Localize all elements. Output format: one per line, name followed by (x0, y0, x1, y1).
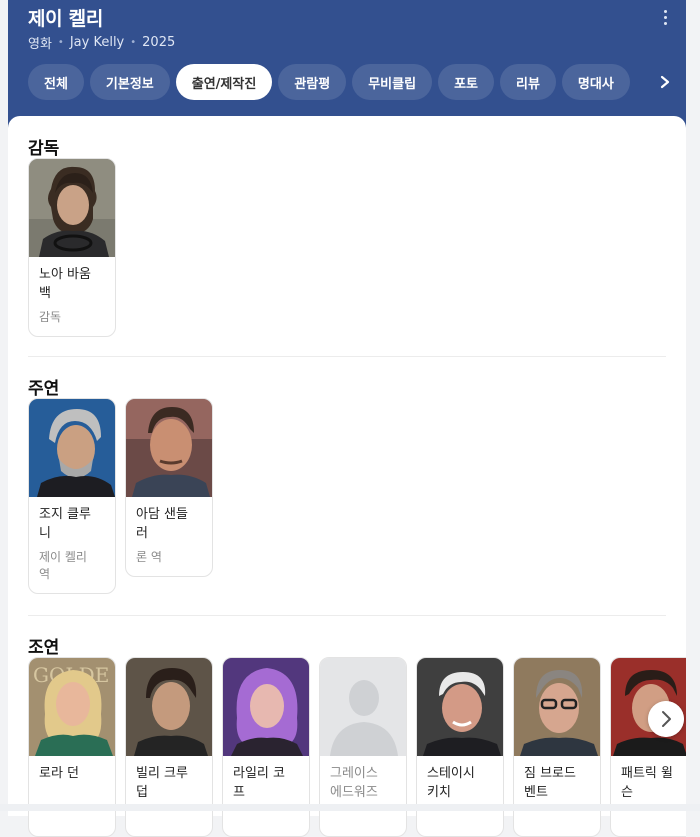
cast-panel: 감독 노아 바움 백 감독 주연 조지 클루 니 제이 켈리 역 아담 샌들 러… (8, 116, 686, 837)
person-name: 패트릭 윌 슨 (621, 766, 673, 800)
chevron-right-icon[interactable] (658, 75, 672, 89)
meta-separator: • (57, 37, 64, 48)
person-photo: GOLDE (29, 658, 115, 756)
person-name: 로라 던 (39, 766, 80, 781)
person-role: 제이 켈리 역 (39, 550, 87, 581)
person-name: 빌리 크루 덥 (136, 766, 188, 800)
section-divider (28, 615, 666, 616)
tab-reviews[interactable]: 리뷰 (499, 64, 556, 100)
person-photo (514, 658, 600, 756)
person-name: 조지 클루 니 (39, 507, 91, 541)
section-title-lead: 주연 (28, 379, 60, 399)
tab-reviews-audience[interactable]: 관람평 (278, 64, 347, 100)
person-photo (126, 399, 212, 497)
more-options-icon[interactable] (664, 10, 668, 26)
title-meta: 영화 • Jay Kelly • 2025 (28, 33, 175, 52)
section-title-director: 감독 (28, 139, 60, 159)
tab-photos[interactable]: 포토 (438, 64, 494, 100)
meta-original-title: Jay Kelly (69, 35, 125, 50)
tab-movie-clips[interactable]: 무비클립 (352, 64, 433, 100)
person-name: 라일리 코 프 (233, 766, 285, 800)
person-card[interactable]: 아담 샌들 러 론 역 (125, 398, 213, 577)
person-name: 노아 바움 백 (39, 267, 91, 301)
meta-separator: • (130, 37, 137, 48)
section-title-supporting: 조연 (28, 638, 60, 658)
carousel-next-button[interactable] (648, 701, 684, 737)
person-photo (417, 658, 503, 756)
page-bottom-edge (0, 804, 700, 811)
page-title: 제이 켈리 (28, 8, 104, 30)
tab-basic-info[interactable]: 기본정보 (89, 64, 170, 100)
meta-year: 2025 (142, 35, 176, 50)
person-card[interactable]: 노아 바움 백 감독 (28, 158, 116, 337)
person-name: 짐 브로드 벤트 (524, 766, 576, 800)
tab-all[interactable]: 전체 (28, 64, 84, 100)
person-photo (223, 658, 309, 756)
person-card[interactable]: 조지 클루 니 제이 켈리 역 (28, 398, 116, 594)
tab-quotes[interactable]: 명대사 (561, 64, 630, 100)
person-role: 론 역 (136, 550, 162, 564)
person-photo (29, 159, 115, 257)
person-photo (126, 658, 212, 756)
person-name: 아담 샌들 러 (136, 507, 188, 541)
person-role: 감독 (39, 310, 62, 324)
section-divider (28, 356, 666, 357)
tab-bar: 전체 기본정보 출연/제작진 관람평 무비클립 포토 리뷰 명대사 (28, 64, 630, 100)
person-photo (29, 399, 115, 497)
person-name: 그레이스 에드워즈 (330, 766, 378, 800)
meta-type: 영화 (28, 37, 52, 52)
person-name: 스테이시 키치 (427, 766, 475, 800)
person-placeholder-icon (320, 658, 406, 756)
tab-cast-crew[interactable]: 출연/제작진 (175, 64, 273, 100)
